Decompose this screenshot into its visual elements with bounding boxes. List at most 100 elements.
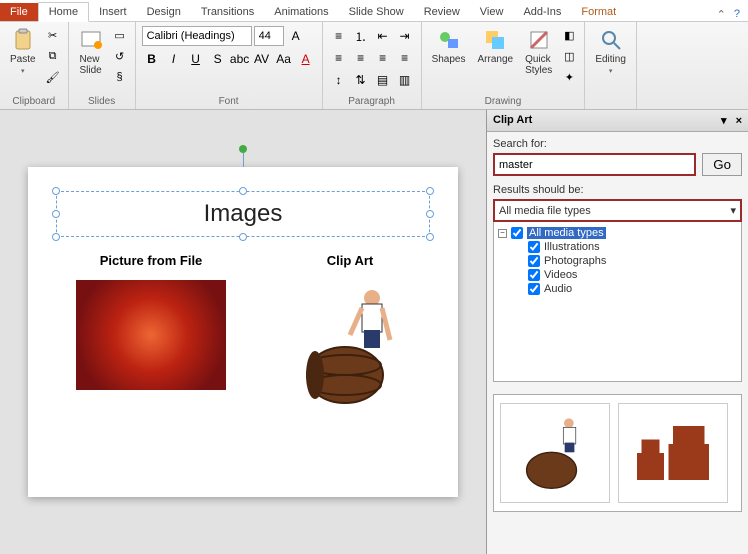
italic-button[interactable]: I xyxy=(164,49,184,69)
new-slide-label: New Slide xyxy=(79,54,101,76)
editing-button[interactable]: Editing ▾ xyxy=(591,26,630,77)
spacing-button[interactable]: AV xyxy=(252,49,272,69)
format-painter-button[interactable]: 🖌 xyxy=(44,68,62,86)
slide-title[interactable]: Images xyxy=(65,200,421,228)
resize-handle[interactable] xyxy=(426,233,434,241)
ribbon: Paste ▾ ✂ ⧉ 🖌 Clipboard New Slide ▭ ↺ § … xyxy=(0,22,748,110)
results-type-select[interactable]: All media file types ▾ xyxy=(493,199,742,222)
tree-item-videos[interactable]: Videos xyxy=(528,268,737,282)
ribbon-tabs: File Home Insert Design Transitions Anim… xyxy=(0,0,748,22)
close-icon[interactable]: × xyxy=(736,115,742,127)
group-font: A B I U S abc AV Aa A Font xyxy=(136,22,323,109)
result-thumb-barrel[interactable] xyxy=(500,403,610,503)
cut-button[interactable]: ✂ xyxy=(44,26,62,44)
minimize-ribbon-icon[interactable]: ⌃ xyxy=(717,8,726,21)
new-slide-button[interactable]: New Slide xyxy=(75,26,107,78)
shape-fill-button[interactable]: ◧ xyxy=(560,26,578,44)
bullets-button[interactable]: ≡ xyxy=(329,26,349,46)
title-placeholder[interactable]: Images xyxy=(56,191,430,237)
pane-menu-icon[interactable]: ▾ xyxy=(721,115,727,127)
tab-insert[interactable]: Insert xyxy=(89,3,137,21)
tree-checkbox[interactable] xyxy=(528,283,540,295)
tab-home[interactable]: Home xyxy=(38,2,89,22)
resize-handle[interactable] xyxy=(52,187,60,195)
resize-handle[interactable] xyxy=(52,233,60,241)
column-picture: Picture from File xyxy=(76,253,226,410)
group-label-slides: Slides xyxy=(75,96,129,107)
group-editing: Editing ▾ xyxy=(585,22,637,109)
tree-item-photographs[interactable]: Photographs xyxy=(528,254,737,268)
search-label: Search for: xyxy=(493,138,742,150)
tab-slideshow[interactable]: Slide Show xyxy=(339,3,414,21)
font-size-select[interactable] xyxy=(254,26,284,46)
go-button[interactable]: Go xyxy=(702,153,742,176)
find-icon xyxy=(599,28,623,52)
line-spacing-button[interactable]: ↕ xyxy=(329,70,349,90)
tab-format[interactable]: Format xyxy=(571,3,626,21)
flower-image[interactable] xyxy=(76,280,226,390)
align-left-button[interactable]: ≡ xyxy=(329,48,349,68)
grow-font-button[interactable]: A xyxy=(286,26,306,46)
resize-handle[interactable] xyxy=(239,187,247,195)
help-icon[interactable]: ? xyxy=(734,8,740,21)
tab-design[interactable]: Design xyxy=(137,3,191,21)
bold-button[interactable]: B xyxy=(142,49,162,69)
tab-file[interactable]: File xyxy=(0,3,38,21)
columns-button[interactable]: ▥ xyxy=(395,70,415,90)
slide[interactable]: Images Picture from File Clip Art xyxy=(28,167,458,497)
canvas-area[interactable]: Images Picture from File Clip Art xyxy=(0,110,486,554)
shadow-button[interactable]: abc xyxy=(230,49,250,69)
quick-styles-button[interactable]: Quick Styles xyxy=(521,26,556,78)
tree-item-label: Illustrations xyxy=(544,241,600,253)
indent-decrease-button[interactable]: ⇤ xyxy=(373,26,393,46)
tab-addins[interactable]: Add-Ins xyxy=(513,3,571,21)
column-clipart: Clip Art xyxy=(290,253,410,410)
resize-handle[interactable] xyxy=(426,187,434,195)
indent-increase-button[interactable]: ⇥ xyxy=(395,26,415,46)
tree-item-label: Photographs xyxy=(544,255,606,267)
tab-animations[interactable]: Animations xyxy=(264,3,338,21)
shape-effects-button[interactable]: ✦ xyxy=(560,68,578,86)
barrel-man-clipart[interactable] xyxy=(290,280,410,410)
tree-root[interactable]: − All media types xyxy=(498,226,737,240)
tab-view[interactable]: View xyxy=(470,3,514,21)
align-right-button[interactable]: ≡ xyxy=(373,48,393,68)
tree-checkbox[interactable] xyxy=(528,269,540,281)
tree-checkbox[interactable] xyxy=(528,255,540,267)
reset-button[interactable]: ↺ xyxy=(111,47,129,65)
strike-button[interactable]: S xyxy=(208,49,228,69)
align-text-button[interactable]: ▤ xyxy=(373,70,393,90)
font-name-select[interactable] xyxy=(142,26,252,46)
numbering-button[interactable]: ⒈ xyxy=(351,26,371,46)
pane-title-text: Clip Art xyxy=(493,114,532,127)
resize-handle[interactable] xyxy=(52,210,60,218)
paste-button[interactable]: Paste ▾ xyxy=(6,26,40,77)
search-input[interactable] xyxy=(493,153,696,176)
resize-handle[interactable] xyxy=(426,210,434,218)
case-button[interactable]: Aa xyxy=(274,49,294,69)
underline-button[interactable]: U xyxy=(186,49,206,69)
rotation-handle[interactable] xyxy=(239,145,247,153)
resize-handle[interactable] xyxy=(239,233,247,241)
collapse-icon[interactable]: − xyxy=(498,229,507,238)
font-color-button[interactable]: A xyxy=(296,49,316,69)
text-direction-button[interactable]: ⇅ xyxy=(351,70,371,90)
quick-styles-label: Quick Styles xyxy=(525,54,552,76)
tree-item-audio[interactable]: Audio xyxy=(528,282,737,296)
tree-checkbox[interactable] xyxy=(528,241,540,253)
shapes-button[interactable]: Shapes xyxy=(428,26,470,67)
group-label-paragraph: Paragraph xyxy=(329,96,415,107)
shape-outline-button[interactable]: ◫ xyxy=(560,47,578,65)
tab-transitions[interactable]: Transitions xyxy=(191,3,264,21)
align-center-button[interactable]: ≡ xyxy=(351,48,371,68)
tree-checkbox[interactable] xyxy=(511,227,523,239)
result-thumb-furniture[interactable] xyxy=(618,403,728,503)
arrange-button[interactable]: Arrange xyxy=(474,26,518,67)
tree-item-label: Videos xyxy=(544,269,577,281)
tree-item-illustrations[interactable]: Illustrations xyxy=(528,240,737,254)
justify-button[interactable]: ≡ xyxy=(395,48,415,68)
section-button[interactable]: § xyxy=(111,68,129,86)
layout-button[interactable]: ▭ xyxy=(111,26,129,44)
copy-button[interactable]: ⧉ xyxy=(44,47,62,65)
tab-review[interactable]: Review xyxy=(414,3,470,21)
